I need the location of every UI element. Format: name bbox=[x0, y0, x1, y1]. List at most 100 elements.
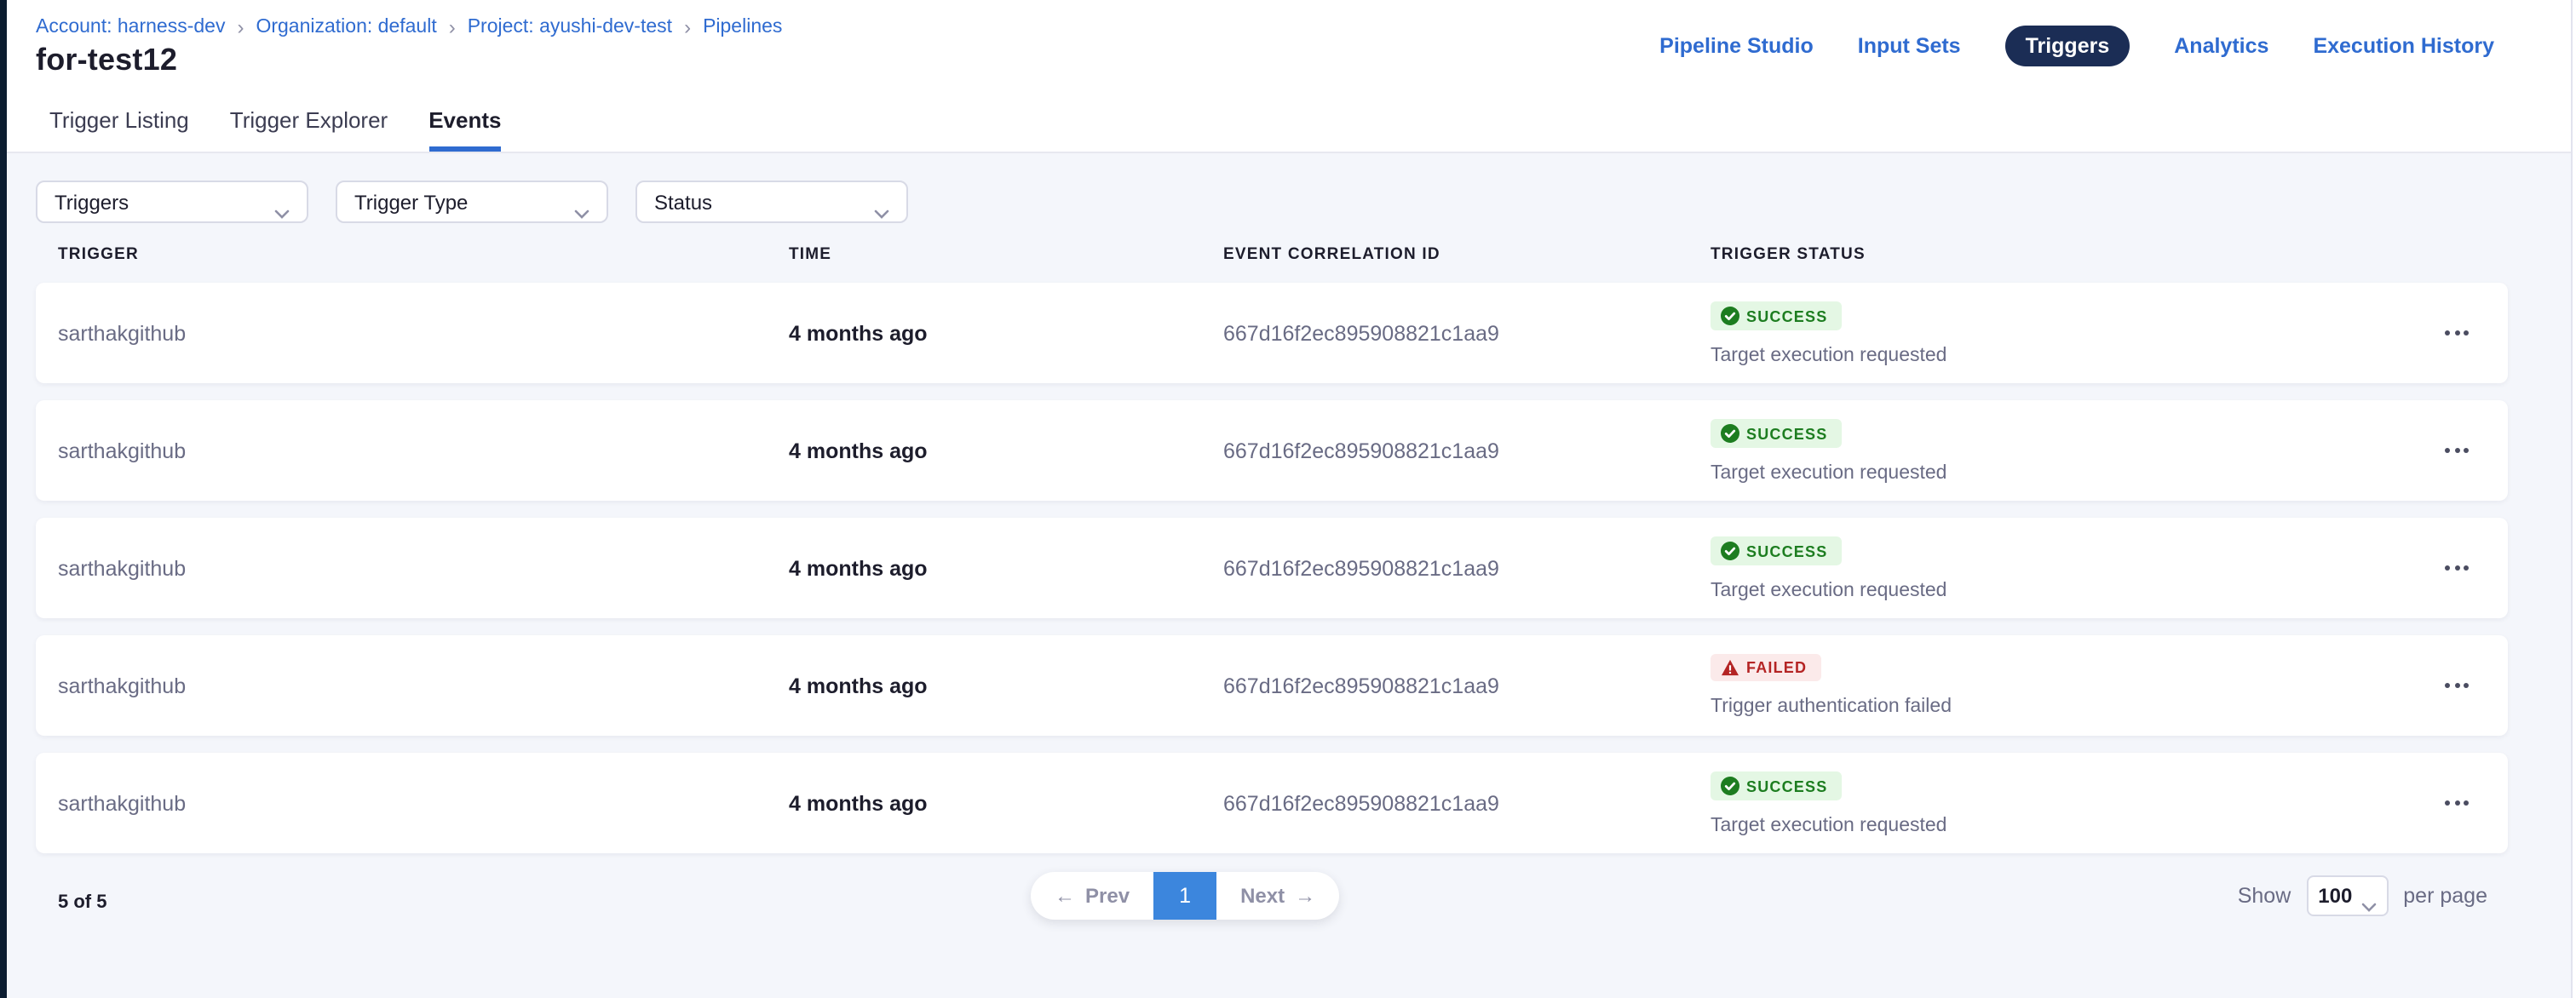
top-nav-pipeline-studio[interactable]: Pipeline Studio bbox=[1659, 34, 1814, 58]
event-time: 4 months ago bbox=[789, 674, 1223, 697]
event-time: 4 months ago bbox=[789, 321, 1223, 345]
next-page-button[interactable]: Next → bbox=[1216, 872, 1339, 920]
triggers-events-page: Account: harness-dev › Organization: defau… bbox=[0, 0, 2576, 998]
tab-events[interactable]: Events bbox=[428, 107, 501, 152]
filter-trigger-type[interactable]: Trigger Type bbox=[336, 181, 608, 223]
filter-status[interactable]: Status bbox=[635, 181, 908, 223]
event-correlation-id: 667d16f2ec895908821c1aa9 bbox=[1223, 439, 1711, 462]
trigger-name: sarthakgithub bbox=[58, 556, 789, 580]
event-correlation-id: 667d16f2ec895908821c1aa9 bbox=[1223, 674, 1711, 697]
status-detail: Target execution requested bbox=[1711, 463, 2406, 484]
pagination: ← Prev 1 Next → bbox=[1031, 872, 1339, 920]
tab-trigger-listing[interactable]: Trigger Listing bbox=[49, 107, 189, 152]
trigger-status-cell: SUCCESS Target execution requested bbox=[1711, 283, 2406, 366]
trigger-status-cell: SUCCESS Target execution requested bbox=[1711, 518, 2406, 601]
three-dots-menu-icon bbox=[2445, 330, 2469, 336]
per-page-label: per page bbox=[2403, 884, 2487, 908]
check-circle-icon bbox=[1721, 542, 1739, 560]
status-badge: FAILED bbox=[1711, 654, 1820, 681]
top-nav-execution-history[interactable]: Execution History bbox=[2313, 34, 2494, 58]
breadcrumb-link[interactable]: Organization: default bbox=[256, 17, 436, 37]
table-row[interactable]: sarthakgithub4 months ago667d16f2ec89590… bbox=[36, 753, 2508, 853]
table-footer: 5 of 5 ← Prev 1 Next → Show 100 bbox=[0, 870, 2576, 955]
table-row[interactable]: sarthakgithub4 months ago667d16f2ec89590… bbox=[36, 635, 2508, 736]
table-row[interactable]: sarthakgithub4 months ago667d16f2ec89590… bbox=[36, 400, 2508, 501]
prev-label: Prev bbox=[1085, 884, 1130, 908]
page-title: for-test12 bbox=[36, 43, 177, 78]
trigger-name: sarthakgithub bbox=[58, 321, 789, 345]
filter-triggers[interactable]: Triggers bbox=[36, 181, 308, 223]
event-time: 4 months ago bbox=[789, 791, 1223, 815]
top-nav-triggers[interactable]: Triggers bbox=[2005, 26, 2130, 66]
check-circle-icon bbox=[1721, 777, 1739, 795]
table-row[interactable]: sarthakgithub4 months ago667d16f2ec89590… bbox=[36, 283, 2508, 383]
chevron-right-icon: › bbox=[684, 15, 691, 39]
show-label: Show bbox=[2238, 884, 2291, 908]
chevron-down-icon bbox=[874, 197, 889, 207]
top-nav-input-sets[interactable]: Input Sets bbox=[1858, 34, 1961, 58]
chevron-down-icon bbox=[2360, 891, 2376, 901]
trigger-name: sarthakgithub bbox=[58, 674, 789, 697]
three-dots-menu-icon bbox=[2445, 448, 2469, 453]
page-number-group: 1 bbox=[1153, 872, 1216, 920]
status-badge: SUCCESS bbox=[1711, 771, 1841, 800]
row-count-summary: 5 of 5 bbox=[58, 892, 106, 913]
page-number-1[interactable]: 1 bbox=[1153, 872, 1216, 920]
status-badge: SUCCESS bbox=[1711, 301, 1841, 330]
trigger-status-cell: SUCCESS Target execution requested bbox=[1711, 753, 2406, 836]
status-detail: Target execution requested bbox=[1711, 346, 2406, 366]
events-content: Triggers Trigger Type Status TRIGGERTIMEEV… bbox=[0, 153, 2576, 998]
check-circle-icon bbox=[1721, 424, 1739, 443]
tab-trigger-explorer[interactable]: Trigger Explorer bbox=[230, 107, 388, 152]
three-dots-menu-icon bbox=[2445, 800, 2469, 806]
prev-page-button[interactable]: ← Prev bbox=[1031, 872, 1153, 920]
chevron-right-icon: › bbox=[237, 15, 244, 39]
trigger-status-cell: FAILED Trigger authentication failed bbox=[1711, 635, 2406, 717]
row-menu-button[interactable] bbox=[2406, 448, 2508, 453]
warning-triangle-icon bbox=[1721, 659, 1739, 676]
event-correlation-id: 667d16f2ec895908821c1aa9 bbox=[1223, 791, 1711, 815]
status-detail: Target execution requested bbox=[1711, 816, 2406, 836]
page-header: Account: harness-dev › Organization: defau… bbox=[0, 0, 2576, 153]
breadcrumb-link[interactable]: Pipelines bbox=[703, 17, 782, 37]
column-header: TIME bbox=[789, 245, 1223, 264]
chevron-down-icon bbox=[274, 197, 290, 207]
column-header: EVENT CORRELATION ID bbox=[1223, 245, 1711, 264]
pipeline-top-nav: Pipeline Studio Input Sets Triggers Analyti… bbox=[1659, 26, 2494, 66]
trigger-name: sarthakgithub bbox=[58, 791, 789, 815]
row-menu-button[interactable] bbox=[2406, 800, 2508, 806]
status-detail: Target execution requested bbox=[1711, 581, 2406, 601]
page-size-select[interactable]: 100 bbox=[2306, 875, 2388, 916]
event-time: 4 months ago bbox=[789, 556, 1223, 580]
three-dots-menu-icon bbox=[2445, 565, 2469, 571]
table-header-row: TRIGGERTIMEEVENT CORRELATION IDTRIGGER S… bbox=[36, 245, 2508, 264]
row-menu-button[interactable] bbox=[2406, 565, 2508, 571]
arrow-left-icon: ← bbox=[1055, 884, 1075, 908]
top-nav-analytics[interactable]: Analytics bbox=[2174, 34, 2268, 58]
event-correlation-id: 667d16f2ec895908821c1aa9 bbox=[1223, 556, 1711, 580]
collapsed-sidebar-rail[interactable] bbox=[0, 0, 7, 998]
column-header: TRIGGER STATUS bbox=[1711, 245, 2406, 264]
column-header: TRIGGER bbox=[58, 245, 789, 264]
chevron-right-icon: › bbox=[449, 15, 456, 39]
page-size-value: 100 bbox=[2318, 884, 2352, 908]
page-size-control: Show 100 per page bbox=[2238, 875, 2487, 916]
trigger-status-cell: SUCCESS Target execution requested bbox=[1711, 400, 2406, 484]
next-label: Next bbox=[1240, 884, 1285, 908]
breadcrumb-link[interactable]: Account: harness-dev bbox=[36, 17, 225, 37]
table-row[interactable]: sarthakgithub4 months ago667d16f2ec89590… bbox=[36, 518, 2508, 618]
breadcrumb: Account: harness-dev › Organization: defau… bbox=[36, 15, 782, 39]
chevron-down-icon bbox=[574, 197, 589, 207]
row-menu-button[interactable] bbox=[2406, 683, 2508, 688]
status-badge: SUCCESS bbox=[1711, 419, 1841, 448]
trigger-name: sarthakgithub bbox=[58, 439, 789, 462]
status-detail: Trigger authentication failed bbox=[1711, 697, 2406, 717]
three-dots-menu-icon bbox=[2445, 683, 2469, 688]
event-correlation-id: 667d16f2ec895908821c1aa9 bbox=[1223, 321, 1711, 345]
status-badge: SUCCESS bbox=[1711, 536, 1841, 565]
scrollbar-track[interactable] bbox=[2571, 0, 2576, 998]
events-tabbar: Trigger Listing Trigger Explorer Events bbox=[49, 107, 502, 152]
event-time: 4 months ago bbox=[789, 439, 1223, 462]
row-menu-button[interactable] bbox=[2406, 330, 2508, 336]
breadcrumb-link[interactable]: Project: ayushi-dev-test bbox=[468, 17, 672, 37]
